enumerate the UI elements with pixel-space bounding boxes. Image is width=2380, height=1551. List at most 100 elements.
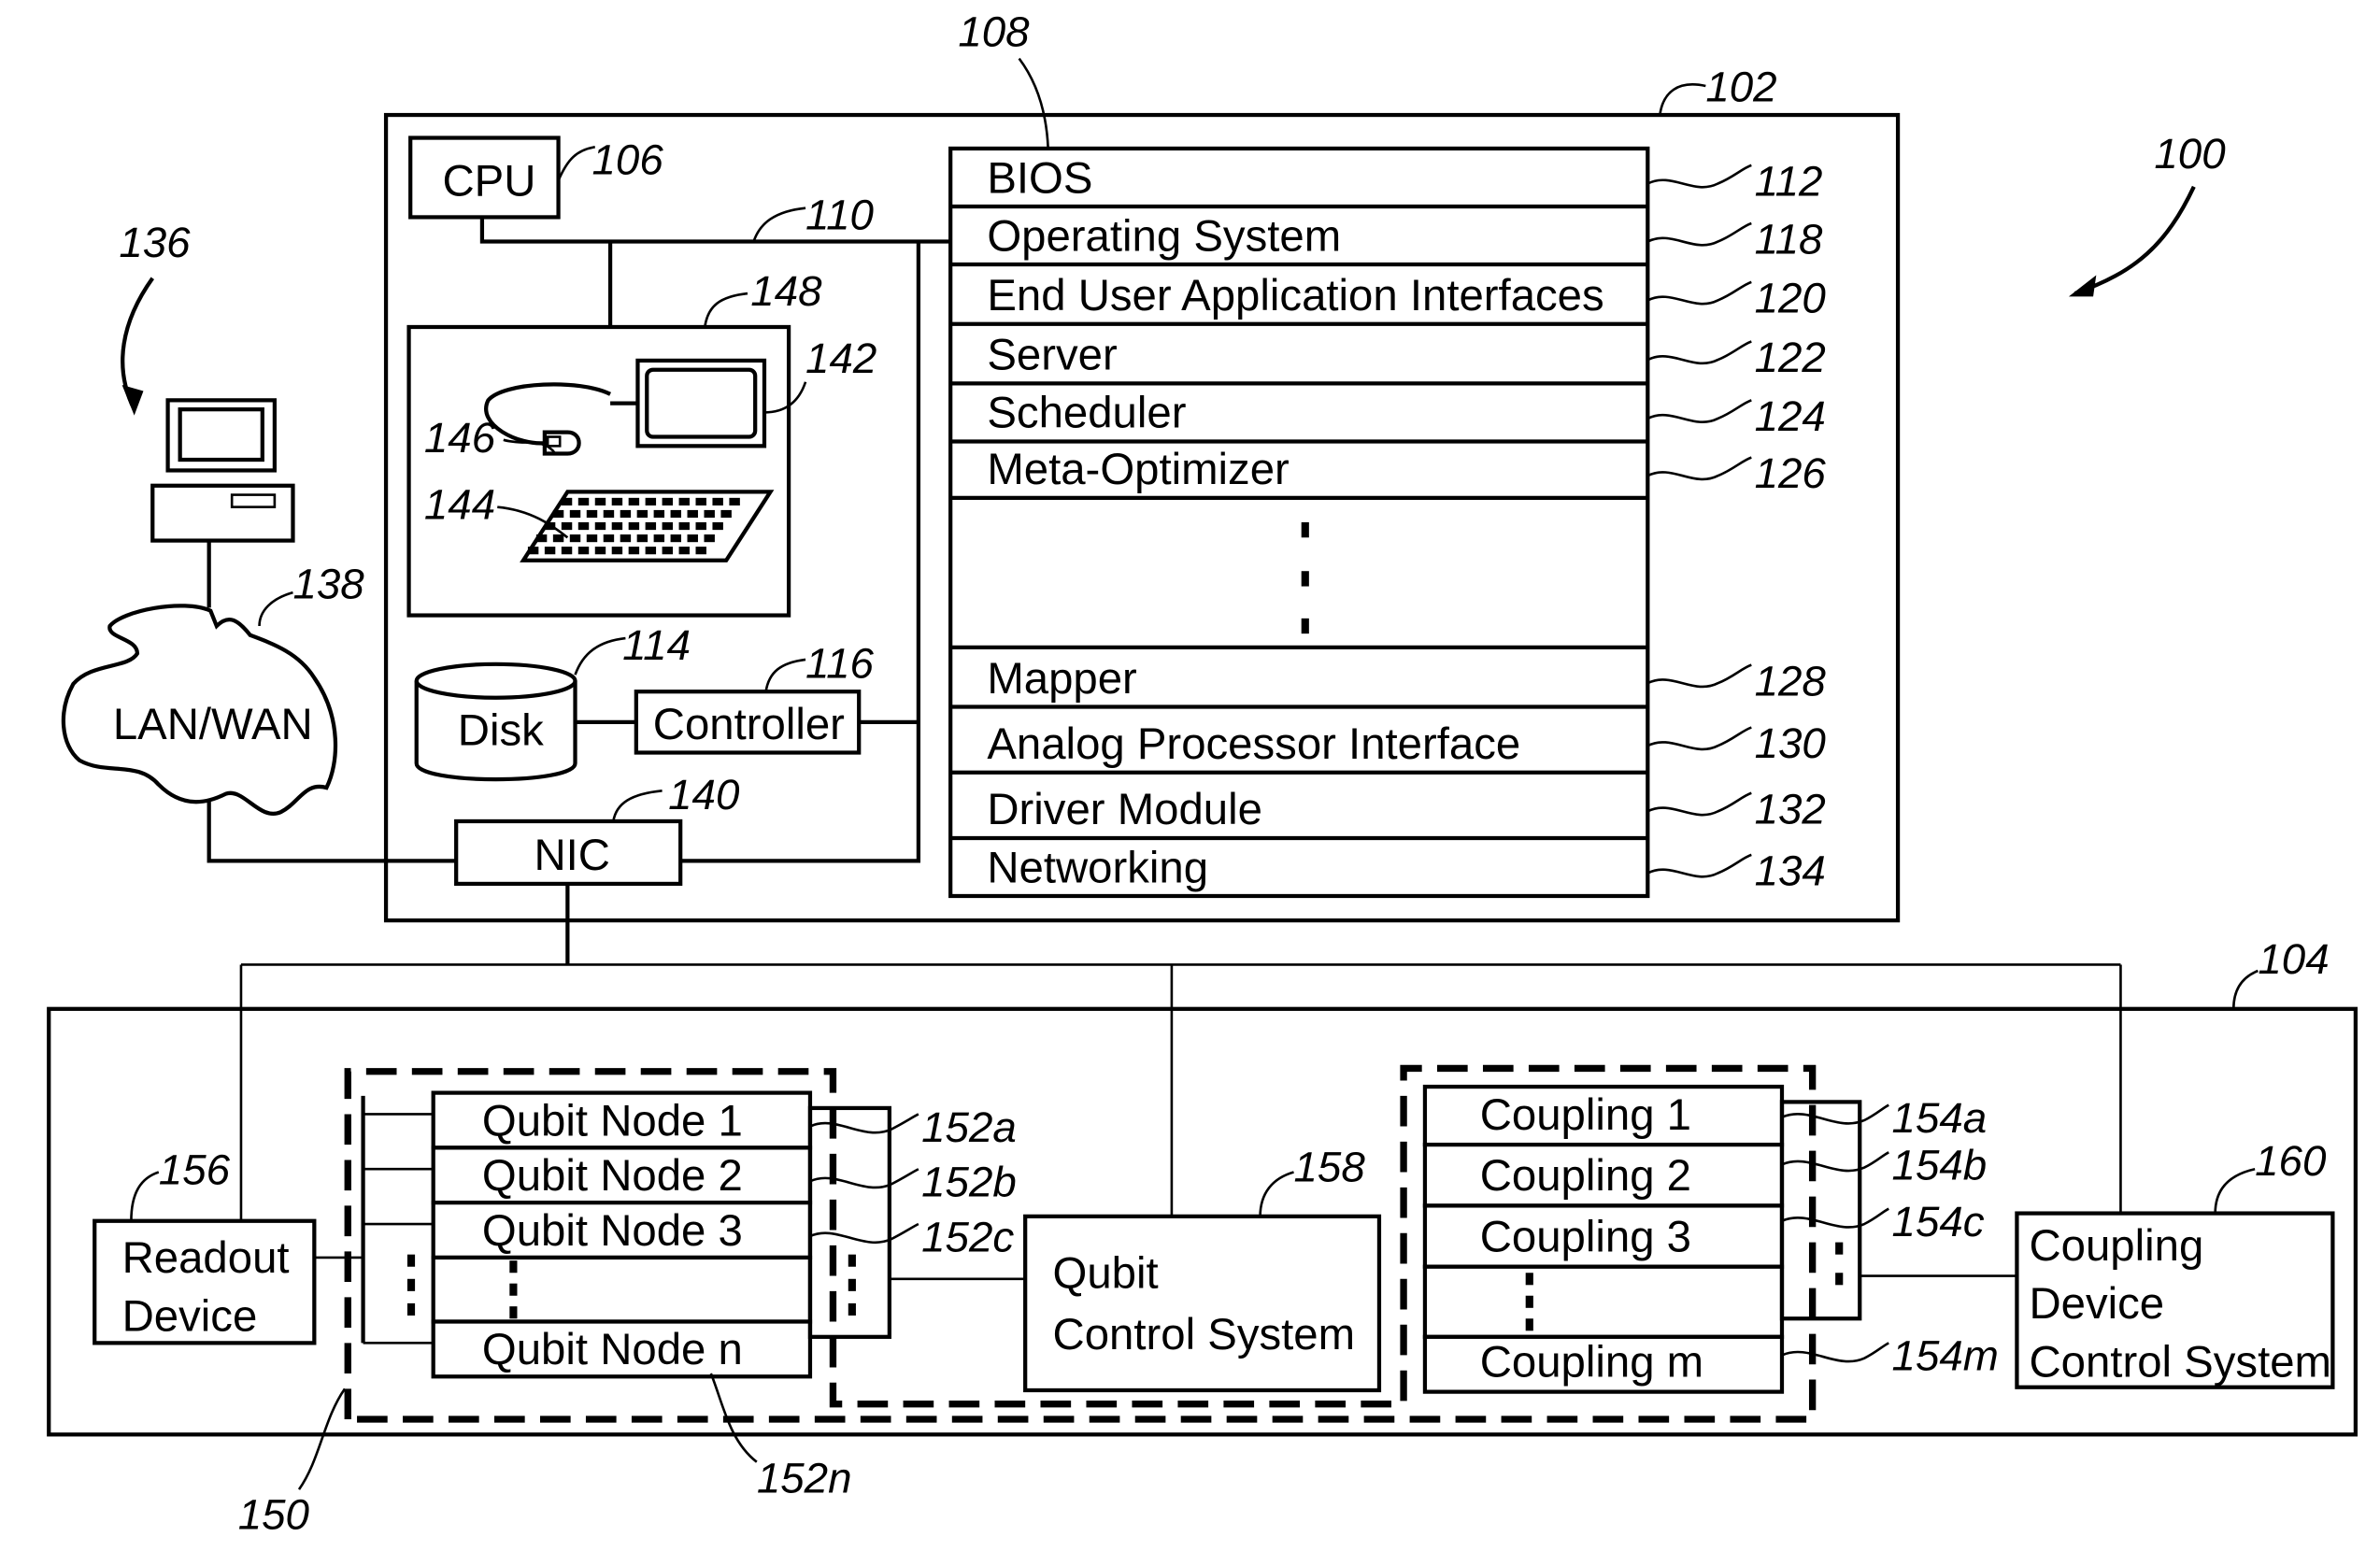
qubit-right-rail	[807, 1105, 891, 1339]
keyboard-key	[645, 521, 657, 531]
coupling-leader	[1781, 1342, 1889, 1363]
memory-module-label: Meta-Optimizer	[987, 445, 1289, 494]
qubit-node-label: Qubit Node 1	[482, 1096, 743, 1145]
cpu-ref: 106	[591, 136, 663, 184]
memory-module-label: Networking	[987, 843, 1208, 892]
keyboard-key	[569, 509, 581, 519]
keyboard-key	[704, 534, 715, 543]
qubit-node-ref: 152a	[921, 1103, 1017, 1151]
qubit-node-label: Qubit Node n	[482, 1325, 743, 1374]
keyboard-key	[670, 534, 681, 543]
keyboard-key	[561, 497, 573, 506]
network-label: LAN/WAN	[113, 700, 313, 749]
qubit-node[interactable]: Qubit Node 2 152b	[363, 1145, 1017, 1206]
keyboard-key	[594, 547, 606, 555]
memory-module-ref: 124	[1755, 392, 1826, 440]
analog-processor-ref: 104	[2258, 935, 2329, 983]
memory-module-label: Driver Module	[987, 785, 1262, 834]
coupling-label: Coupling m	[1480, 1337, 1703, 1387]
qubit-node[interactable]: Qubit Node 1 152a	[363, 1090, 1017, 1151]
coupling-control-line3: Control System	[2029, 1337, 2331, 1387]
memory-module-ref: 118	[1755, 216, 1823, 263]
qubit-array-ref-leader	[297, 1387, 347, 1490]
coupling-label: Coupling 2	[1480, 1151, 1691, 1201]
keyboard-key	[729, 497, 740, 506]
ellipsis-dot	[848, 1302, 856, 1316]
qubit-node-label: Qubit Node 3	[482, 1206, 743, 1256]
keyboard-key	[569, 534, 581, 543]
qubit-control-ref: 158	[1294, 1143, 1366, 1190]
qubit-ellipsis-row[interactable]	[406, 1254, 856, 1324]
coupling-control-line1: Coupling	[2029, 1221, 2203, 1271]
qubit-node-leader	[809, 1222, 919, 1245]
cpu-label: CPU	[442, 157, 535, 206]
keyboard-key	[552, 509, 564, 519]
qubit-node-leader	[809, 1113, 919, 1134]
keyboard-key	[561, 521, 573, 531]
keyboard-key	[628, 547, 640, 555]
monitor-ref: 142	[805, 334, 876, 382]
keyboard-key	[695, 521, 706, 531]
ellipsis-dot	[406, 1278, 416, 1291]
memory-ref: 108	[958, 8, 1030, 56]
keyboard-key	[577, 521, 590, 531]
host-ref-leader	[1659, 83, 1706, 116]
keyboard-key	[577, 497, 590, 506]
qubit-node-ref: 152c	[921, 1213, 1014, 1260]
keyboard-key	[687, 534, 698, 543]
ellipsis-dot	[406, 1302, 416, 1316]
memory-module-label: Analog Processor Interface	[987, 719, 1520, 769]
system-diagram: 100 102 CPU 106 110 148 142 146 144 Disk…	[47, 8, 2358, 1539]
qubit-nodes: Qubit Node 1 152aQubit Node 2 152bQubit No…	[363, 1090, 1017, 1379]
keyboard-key	[720, 509, 732, 519]
coupling-control-ref: 160	[2255, 1137, 2327, 1185]
keyboard-key	[628, 521, 640, 531]
coupling-node[interactable]: Coupling 1 154a	[1422, 1084, 1987, 1147]
disk-label: Disk	[458, 705, 544, 755]
coupling-node[interactable]: Coupling 2 154b	[1422, 1142, 1988, 1208]
memory-module-label: BIOS	[987, 153, 1092, 203]
keyboard-key	[695, 497, 706, 506]
keyboard-key	[678, 547, 690, 555]
readout-ref: 156	[159, 1146, 231, 1194]
analog-processor-ref-leader	[2231, 969, 2259, 1009]
qubit-node[interactable]: Qubit Node 3 152c	[363, 1201, 1015, 1260]
keyboard-key	[620, 534, 632, 543]
keyboard-key	[544, 547, 556, 555]
ellipsis-dot	[848, 1254, 856, 1267]
qubit-control-box[interactable]	[1023, 1214, 1382, 1393]
keyboard-key	[594, 521, 606, 531]
disk-ref: 114	[622, 621, 691, 669]
coupling-ref: 154c	[1892, 1198, 1985, 1245]
ellipsis-dot	[1301, 521, 1309, 538]
keyboard-key	[678, 497, 690, 506]
arrow-head-icon	[2068, 275, 2097, 297]
ellipsis-dot	[1301, 571, 1309, 587]
memory-module-label: Operating System	[987, 211, 1341, 261]
memory-module-ref: 120	[1755, 274, 1827, 321]
qubit-node[interactable]: Qubit Node n	[363, 1319, 813, 1379]
keyboard-key	[645, 497, 657, 506]
coupling-label: Coupling 3	[1480, 1212, 1691, 1261]
memory-module-label: Scheduler	[987, 389, 1186, 438]
ellipsis-dot	[1525, 1273, 1533, 1286]
keyboard-key	[561, 547, 573, 555]
coupling-ref: 154b	[1892, 1142, 1988, 1189]
coupling-label: Coupling 1	[1480, 1090, 1691, 1140]
memory-module-ref: 130	[1755, 719, 1827, 767]
keyboard-key	[535, 534, 548, 543]
qubit-node-ref: 152b	[921, 1159, 1017, 1206]
coupling-node[interactable]: Coupling m 154m	[1422, 1332, 1999, 1394]
keyboard-key	[645, 547, 657, 555]
qubit-control-line1: Qubit	[1053, 1249, 1159, 1299]
memory-module-ref: 122	[1755, 334, 1826, 381]
keyboard-key	[611, 497, 623, 506]
qubit-node-leader	[809, 1168, 919, 1189]
keyboard-key	[653, 534, 665, 543]
host-ref: 102	[1705, 63, 1776, 110]
remote-computer-icon[interactable]	[150, 398, 295, 543]
keyboard-key	[662, 547, 674, 555]
ellipsis-dot	[1835, 1242, 1844, 1255]
keyboard-key	[704, 509, 715, 519]
coupling-node[interactable]: Coupling 3 154c	[1422, 1198, 1985, 1269]
